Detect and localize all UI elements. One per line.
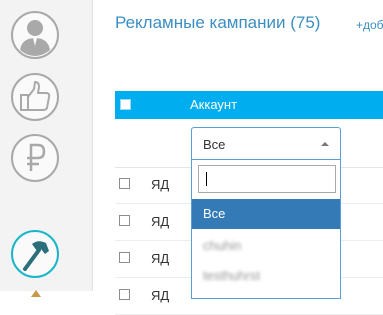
main-content: Рекламные кампании (75) +доб Аккаунт ЯД … <box>93 0 383 315</box>
row-label: ЯД <box>151 177 170 192</box>
row-checkbox[interactable] <box>119 215 130 226</box>
row-label: ЯД <box>151 251 170 266</box>
chevron-up-icon <box>321 142 329 146</box>
thumbs-up-icon[interactable] <box>10 72 60 122</box>
dropdown-search-input[interactable] <box>198 165 336 193</box>
table-header: Аккаунт <box>115 91 383 119</box>
tool-icon <box>31 284 41 297</box>
account-filter-dropdown: Все chuhin testhuhrst <box>191 159 341 299</box>
ruble-icon[interactable] <box>10 133 60 183</box>
page-title: Рекламные кампании (75) <box>115 13 321 32</box>
add-campaign-link[interactable]: +доб <box>356 18 383 32</box>
user-icon[interactable] <box>10 10 60 60</box>
column-header-account[interactable]: Аккаунт <box>190 97 237 112</box>
row-checkbox[interactable] <box>119 252 130 263</box>
dropdown-option[interactable]: testhuhrst <box>192 261 340 291</box>
row-checkbox[interactable] <box>119 178 130 189</box>
account-filter-select[interactable]: Все <box>191 127 341 160</box>
account-filter-value: Все <box>203 137 226 152</box>
select-all-checkbox[interactable] <box>120 99 131 110</box>
hammer-icon[interactable] <box>10 229 60 279</box>
sidebar <box>0 0 93 297</box>
row-label: ЯД <box>151 288 170 303</box>
row-label: ЯД <box>151 214 170 229</box>
dropdown-option[interactable]: chuhin <box>192 231 340 261</box>
dropdown-option[interactable]: Все <box>192 199 340 229</box>
text-cursor <box>206 172 207 186</box>
